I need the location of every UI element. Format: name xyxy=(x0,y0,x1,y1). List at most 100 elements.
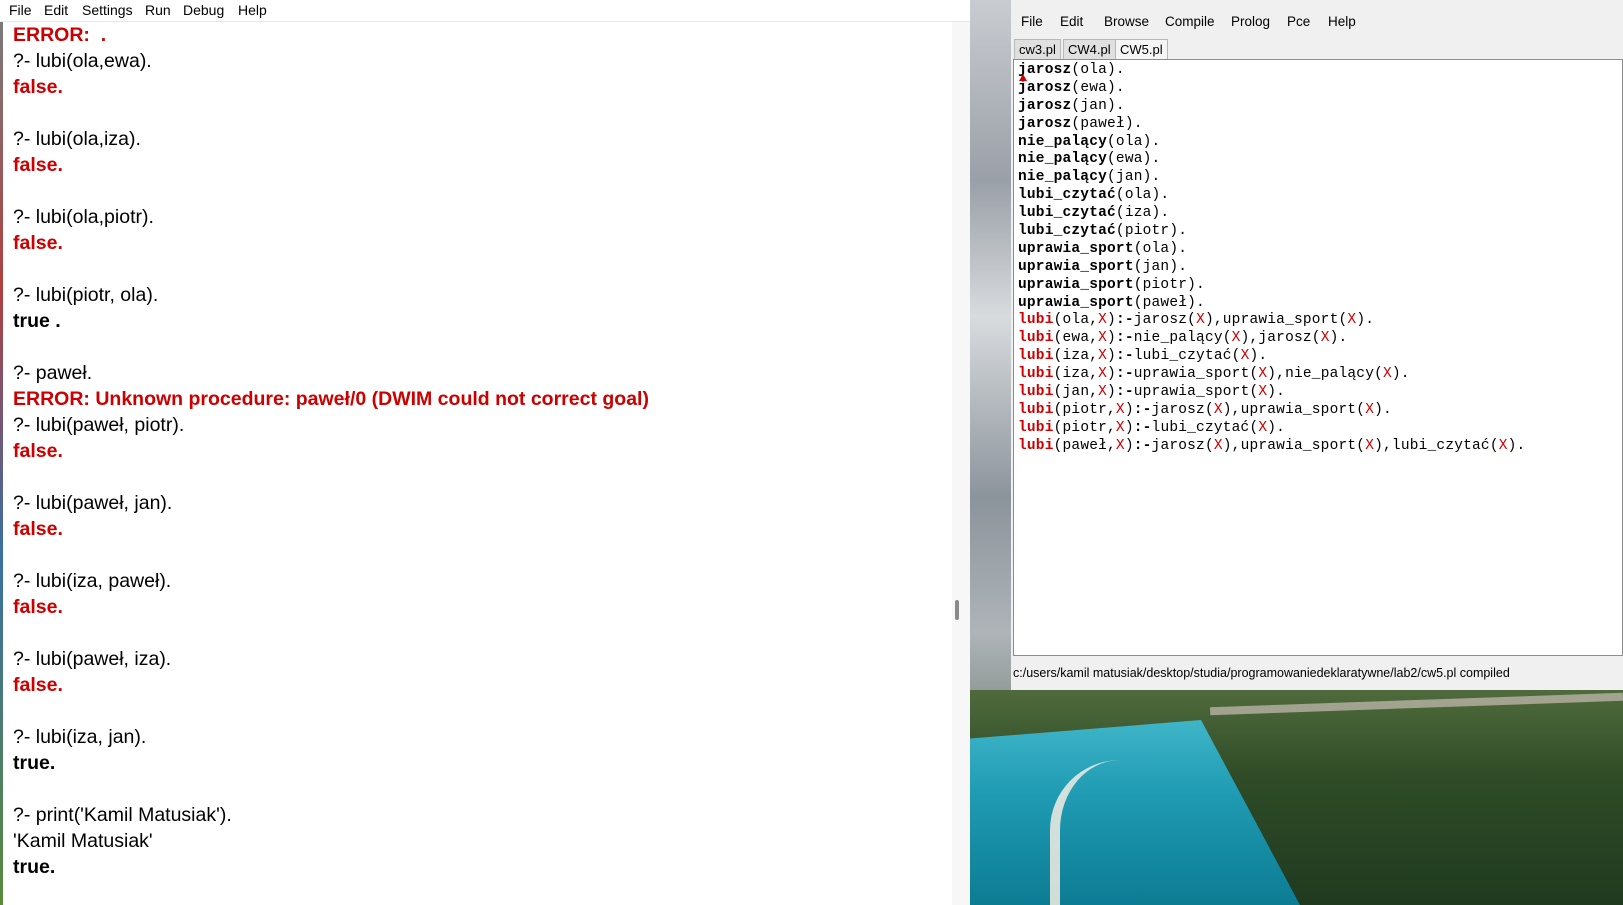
console-line-false: false. xyxy=(13,596,63,618)
code-token-rule: lubi xyxy=(1018,401,1054,418)
editor-menubar: File Edit Browse Compile Prolog Pce Help xyxy=(1011,0,1623,42)
code-line: uprawia_sport(jan). xyxy=(1018,259,1525,277)
console-line-prompt: ?- paweł. xyxy=(13,362,93,384)
code-line: jarosz(ola). xyxy=(1018,62,1525,80)
code-token-arg: ) xyxy=(1107,348,1116,365)
code-token-arg: ). xyxy=(1391,366,1410,383)
code-token-var: X xyxy=(1258,384,1268,401)
editor-menu-pce[interactable]: Pce xyxy=(1287,14,1310,29)
code-token-arg: (ewa, xyxy=(1053,330,1099,347)
code-token-head: lubi_czytać xyxy=(1018,205,1116,222)
code-token-neck: :- xyxy=(1115,384,1134,401)
code-token-arg: (paweł, xyxy=(1053,437,1116,454)
console-menu-debug[interactable]: Debug xyxy=(183,2,224,18)
code-line: nie_palący(ewa). xyxy=(1018,151,1525,169)
code-token-arg: (jan). xyxy=(1107,169,1161,186)
code-token-rule: lubi xyxy=(1018,366,1054,383)
console-menu-settings[interactable]: Settings xyxy=(82,2,133,18)
code-token-arg: (ola). xyxy=(1071,62,1125,78)
code-token-rule: lubi xyxy=(1018,348,1054,365)
code-token-arg: ). xyxy=(1374,401,1392,418)
editor-menu-file[interactable]: File xyxy=(1021,14,1043,29)
code-token-arg: uprawia_sport( xyxy=(1133,366,1259,383)
code-token-arg: ). xyxy=(1267,419,1286,436)
console-line-prompt: ?- lubi(ola,ewa). xyxy=(13,50,152,72)
code-token-neck: :- xyxy=(1115,312,1134,329)
code-token-arg: nie_palący( xyxy=(1133,330,1232,347)
code-token-head: jarosz xyxy=(1018,97,1072,114)
console-line-true: true . xyxy=(13,310,61,332)
tab-cw5[interactable]: CW5.pl xyxy=(1115,39,1168,60)
editor-menu-edit[interactable]: Edit xyxy=(1060,14,1083,29)
code-token-arg: (iza). xyxy=(1115,205,1170,222)
code-token-var: X xyxy=(1115,401,1125,418)
code-token-arg: lubi_czytać( xyxy=(1151,419,1259,436)
console-line-true: true. xyxy=(13,752,56,774)
code-token-neck: :- xyxy=(1133,437,1152,454)
code-token-head: jarosz xyxy=(1018,79,1072,96)
code-token-arg: (jan). xyxy=(1071,97,1125,114)
code-token-arg: (ola). xyxy=(1133,240,1188,257)
code-token-var: X xyxy=(1098,366,1108,383)
code-token-var: X xyxy=(1258,419,1268,436)
code-token-arg: ),lubi_czytać( xyxy=(1374,437,1499,454)
console-line-prompt: ?- lubi(iza, paweł). xyxy=(13,570,172,592)
code-line: nie_palący(ola). xyxy=(1018,134,1525,152)
console-menu-help[interactable]: Help xyxy=(238,2,267,18)
console-scrollbar[interactable] xyxy=(952,22,970,905)
console-line-prompt: ?- lubi(iza, jan). xyxy=(13,726,147,748)
console-menu-file[interactable]: File xyxy=(9,2,32,18)
console-line-false: false. xyxy=(13,440,63,462)
console-menu-edit[interactable]: Edit xyxy=(44,2,68,18)
code-line: uprawia_sport(piotr). xyxy=(1018,277,1525,295)
code-token-arg: (jan). xyxy=(1133,258,1188,275)
code-token-arg: ) xyxy=(1124,401,1134,418)
tab-cw4[interactable]: CW4.pl xyxy=(1063,39,1116,59)
editor-menu-compile[interactable]: Compile xyxy=(1165,14,1215,29)
source-code[interactable]: jarosz(ola). jarosz(ewa). jarosz(jan). jaro… xyxy=(1018,62,1525,456)
code-token-arg: ) xyxy=(1107,312,1116,329)
code-token-head: lubi_czytać xyxy=(1018,187,1116,204)
console-line-prompt: ?- lubi(paweł, jan). xyxy=(13,492,173,514)
console-output[interactable]: ERROR: . ?- lubi(ola,ewa). false. ?- lubi(o… xyxy=(13,22,943,880)
code-line: lubi(ewa,X):-nie_palący(X),jarosz(X). xyxy=(1018,330,1525,348)
code-token-arg: ). xyxy=(1507,437,1526,454)
window-edge-strip xyxy=(0,22,3,905)
console-line-error: ERROR: Unknown procedure: paweł/0 (DWIM … xyxy=(13,388,649,410)
code-token-arg: ) xyxy=(1124,419,1134,436)
tab-cw3[interactable]: cw3.pl xyxy=(1014,39,1061,59)
code-line: lubi(paweł,X):-jarosz(X),uprawia_sport(X… xyxy=(1018,438,1525,456)
console-menu-run[interactable]: Run xyxy=(145,2,171,18)
code-token-var: X xyxy=(1098,348,1108,365)
console-line-out: 'Kamil Matusiak' xyxy=(13,830,153,852)
editor-menu-help[interactable]: Help xyxy=(1328,14,1356,29)
code-token-arg: lubi_czytać( xyxy=(1133,348,1241,365)
code-token-rule: lubi xyxy=(1018,437,1054,454)
code-token-arg: (paweł). xyxy=(1071,115,1143,132)
code-token-arg: (ewa). xyxy=(1071,79,1125,96)
code-token-var: X xyxy=(1231,330,1241,347)
code-token-arg: (ewa). xyxy=(1107,151,1161,168)
code-token-var: X xyxy=(1383,366,1392,383)
code-token-arg: ). xyxy=(1267,384,1286,401)
console-splitter-grip[interactable] xyxy=(955,600,959,620)
code-token-var: X xyxy=(1258,366,1268,383)
editor-menu-browse[interactable]: Browse xyxy=(1104,14,1149,29)
code-token-arg: (paweł). xyxy=(1133,294,1205,311)
console-line-prompt: ?- lubi(piotr, ola). xyxy=(13,284,159,306)
code-token-var: X xyxy=(1098,384,1108,401)
code-line: lubi(iza,X):-uprawia_sport(X),nie_palący… xyxy=(1018,366,1525,384)
code-editor[interactable]: jarosz(ola). jarosz(ewa). jarosz(jan). jaro… xyxy=(1013,59,1623,656)
code-token-arg: ) xyxy=(1107,330,1116,347)
code-line: lubi_czytać(ola). xyxy=(1018,187,1525,205)
code-token-arg: (piotr, xyxy=(1053,401,1116,418)
code-token-head: lubi_czytać xyxy=(1018,223,1116,240)
code-token-neck: :- xyxy=(1115,330,1134,347)
text-cursor-marker xyxy=(1019,74,1027,81)
editor-menu-prolog[interactable]: Prolog xyxy=(1231,14,1270,29)
